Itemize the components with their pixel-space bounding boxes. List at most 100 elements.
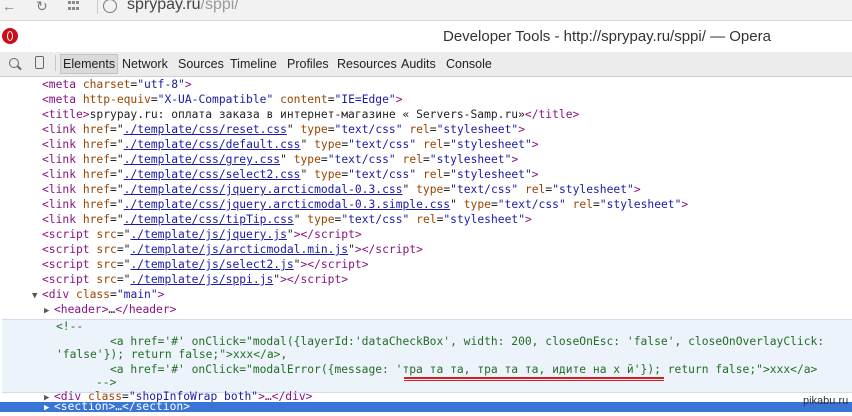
tab-audits[interactable]: Audits <box>401 55 436 73</box>
attr-value: "utf-8" <box>137 78 185 91</box>
script-src[interactable]: ./template/js/select2.js <box>130 258 293 271</box>
title-text: sprypay.ru: оплата заказа в интернет-маг… <box>89 108 525 121</box>
tab-sources[interactable]: Sources <box>178 55 224 73</box>
address-bar[interactable]: sprypay.ru/sppi/ <box>127 0 239 14</box>
collapsed-triangle-icon[interactable]: ▶ <box>44 304 54 319</box>
attr-name: http-equiv <box>82 93 151 106</box>
elements-panel[interactable]: <meta charset="utf-8"> <meta http-equiv=… <box>0 77 852 413</box>
attr-value: "stylesheet" <box>450 168 532 181</box>
tab-network[interactable]: Network <box>122 55 168 73</box>
inspect-search-icon[interactable] <box>9 58 19 68</box>
dom-node-link[interactable]: <link href="./template/css/select2.css" … <box>42 167 539 182</box>
link-href[interactable]: ./template/css/reset.css <box>124 123 287 136</box>
dom-node-link[interactable]: <link href="./template/css/grey.css" typ… <box>42 152 518 167</box>
comment-line: <a href='#' onClick="modalError({message… <box>110 362 817 377</box>
link-href[interactable]: ./template/css/tipTip.css <box>124 213 294 226</box>
dom-node-title[interactable]: <title>sprypay.ru: оплата заказа в интер… <box>42 107 579 122</box>
attr-value: "text/css" <box>348 168 417 181</box>
dom-node-link[interactable]: <link href="./template/css/reset.css" ty… <box>42 122 525 137</box>
script-src[interactable]: ./template/js/jquery.js <box>130 228 286 241</box>
attr-value: "stylesheet" <box>436 123 519 136</box>
tag-close: </header> <box>115 303 177 316</box>
link-href[interactable]: ./template/css/grey.css <box>124 153 280 166</box>
url-host: sprypay.ru <box>127 0 201 13</box>
attr-value: "main" <box>116 288 158 301</box>
attr-value: "text/css" <box>497 198 566 211</box>
dom-node-link[interactable]: <link href="./template/css/jquery.arctic… <box>42 197 688 212</box>
tab-profiles[interactable]: Profiles <box>287 55 329 73</box>
watermark: pikabu.ru <box>803 395 849 407</box>
device-mode-icon[interactable] <box>35 56 44 69</box>
comment-message-highlight: 'тра та та, тра та та, идите на х й' <box>395 363 641 376</box>
comment-close: --> <box>96 376 117 389</box>
tab-resources[interactable]: Resources <box>337 55 397 73</box>
dom-node-script[interactable]: <script src="./template/js/jquery.js"></… <box>42 227 362 242</box>
attr-value: "text/css" <box>348 138 417 151</box>
link-href[interactable]: ./template/css/jquery.arcticmodal-0.3.cs… <box>124 183 403 196</box>
attr-value: "text/css" <box>341 213 410 226</box>
tag-open: <div <box>42 288 77 301</box>
script-src[interactable]: ./template/js/sppi.js <box>130 273 273 286</box>
link-href[interactable]: ./template/css/default.css <box>124 138 301 151</box>
expanded-triangle-icon[interactable]: ▼ <box>32 289 42 304</box>
browser-toolbar: ← ↻ sprypay.ru/sppi/ <box>0 0 852 21</box>
attr-name: charset <box>82 78 131 91</box>
speed-dial-icon[interactable] <box>68 1 80 11</box>
tag-open: <title> <box>42 108 90 121</box>
comment-segment: }); return false;">xxx</a> <box>640 363 818 376</box>
link-href[interactable]: ./template/css/jquery.arcticmodal-0.3.si… <box>124 198 450 211</box>
attr-value: "X-UA-Compatible" <box>157 93 274 106</box>
attr-value: "stylesheet" <box>443 213 525 226</box>
tag-close: </title> <box>524 108 580 121</box>
reload-icon[interactable]: ↻ <box>36 0 48 14</box>
window-title: Developer Tools - http://sprypay.ru/sppi… <box>443 28 771 45</box>
dom-node-header[interactable]: ▶ <header>…</header> <box>44 302 176 317</box>
tag-open: <meta <box>42 78 83 91</box>
devtools-toolbar: Elements Network Sources Timeline Profil… <box>0 52 852 77</box>
attr-name: class <box>76 288 111 301</box>
dom-node-meta-compat[interactable]: <meta http-equiv="X-UA-Compatible" conte… <box>42 92 403 107</box>
dom-node-div-main[interactable]: ▼ <div class="main"> <box>32 287 164 302</box>
attr-name: content <box>273 93 328 106</box>
tag-close: > <box>184 78 192 91</box>
comment-open: <!-- <box>56 320 84 333</box>
toolbar-divider <box>55 55 56 71</box>
url-separator <box>97 0 98 14</box>
tag-open: <meta <box>42 93 83 106</box>
back-arrow-icon[interactable]: ← <box>2 0 16 14</box>
dom-node-link[interactable]: <link href="./template/css/jquery.arctic… <box>42 182 641 197</box>
section-tag: <section>…</section> <box>54 400 191 413</box>
dom-node-script[interactable]: <script src="./template/js/sppi.js"></sc… <box>42 272 348 287</box>
tab-console[interactable]: Console <box>446 55 492 73</box>
dom-node-meta-charset[interactable]: <meta charset="utf-8"> <box>42 77 192 92</box>
attr-value: "text/css" <box>334 123 403 136</box>
comment-segment: <a href='#' onClick="modalError({message… <box>110 363 396 376</box>
collapsed-triangle-icon[interactable]: ▶ <box>44 401 54 416</box>
attr-value: "stylesheet" <box>450 138 532 151</box>
link-href[interactable]: ./template/css/select2.css <box>124 168 301 181</box>
tab-elements[interactable]: Elements <box>60 54 119 74</box>
attr-value: "stylesheet" <box>429 153 512 166</box>
dom-node-script[interactable]: <script src="./template/js/arcticmodal.m… <box>42 242 423 257</box>
window-title-bar: Developer Tools - http://sprypay.ru/sppi… <box>0 21 852 50</box>
attr-value: "stylesheet" <box>599 198 682 211</box>
red-underline <box>404 380 664 381</box>
dom-node-link[interactable]: <link href="./template/css/tipTip.css" t… <box>42 212 532 227</box>
red-underline <box>404 377 664 379</box>
tag-close: > <box>395 93 403 106</box>
attr-value: "text/css" <box>450 183 519 196</box>
dom-node-link[interactable]: <link href="./template/css/default.css" … <box>42 137 539 152</box>
tag-open: <header> <box>54 303 109 316</box>
comment-line: 'false'}); return false;">xxx</a>, <box>56 348 288 361</box>
tab-timeline[interactable]: Timeline <box>230 55 277 73</box>
attr-value: "stylesheet" <box>552 183 634 196</box>
opera-logo-icon <box>2 28 18 44</box>
url-path: /sppi/ <box>200 0 239 13</box>
dom-node-section[interactable]: ▶ <section>…</section> <box>44 399 190 414</box>
attr-value: "text/css" <box>327 153 396 166</box>
tag-close: > <box>157 288 165 301</box>
script-src[interactable]: ./template/js/arcticmodal.min.js <box>130 243 348 256</box>
globe-icon <box>103 0 117 13</box>
attr-value: "IE=Edge" <box>334 93 396 106</box>
dom-node-script[interactable]: <script src="./template/js/select2.js"><… <box>42 257 369 272</box>
